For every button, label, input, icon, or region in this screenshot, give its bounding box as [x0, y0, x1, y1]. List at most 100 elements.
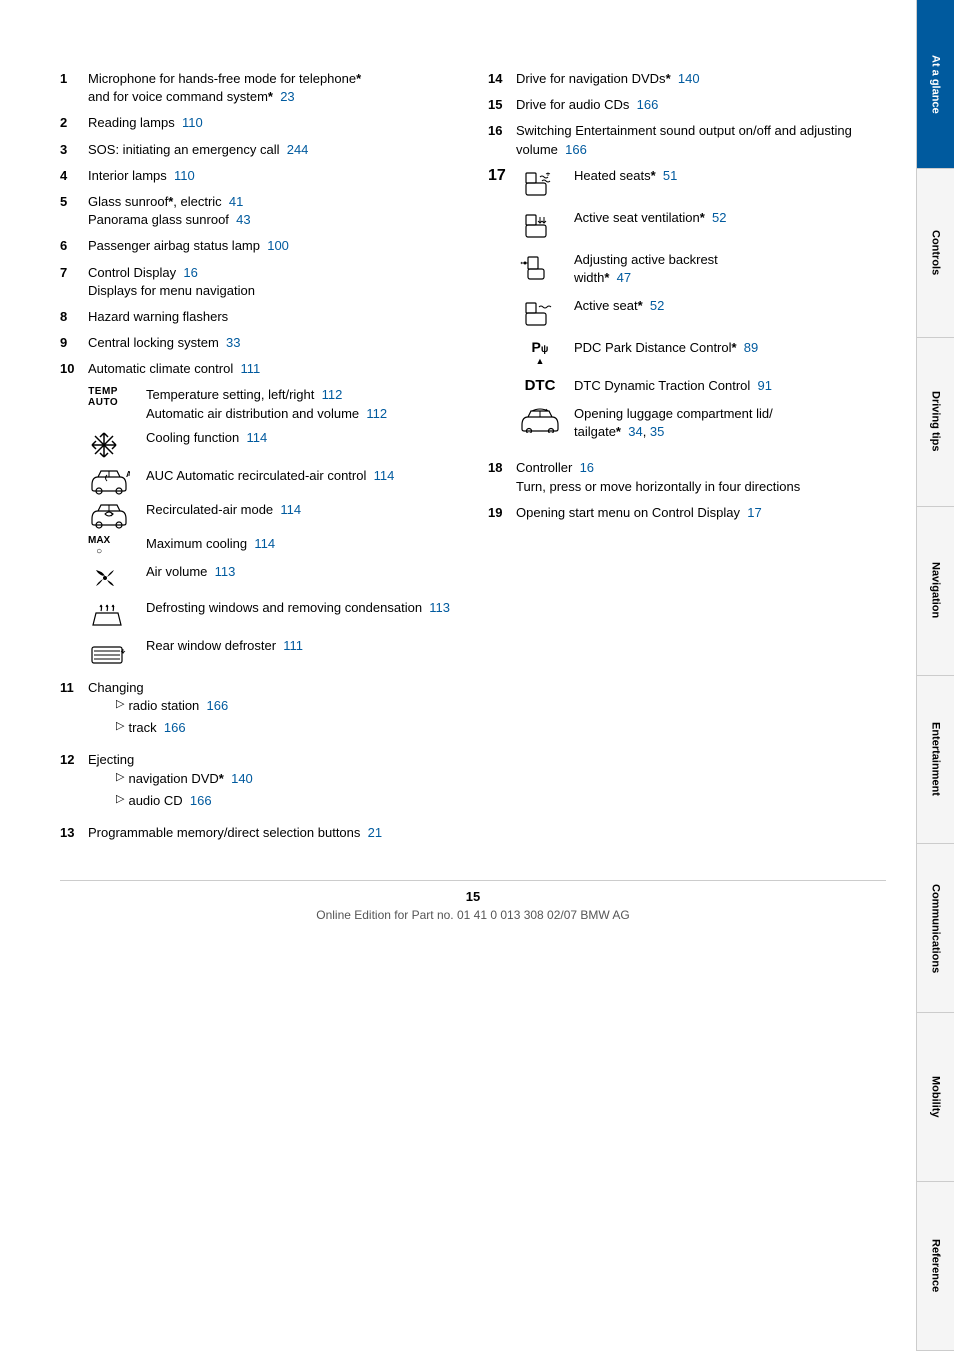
page-number: 15: [60, 889, 886, 904]
list-item-14: 14 Drive for navigation DVDs* 140: [488, 70, 886, 88]
item-number: 16: [488, 122, 516, 158]
backrest-text: Adjusting active backrestwidth* 47: [574, 251, 886, 287]
right-column: 14 Drive for navigation DVDs* 140 15 Dri…: [488, 60, 886, 850]
auc-text: AUC Automatic recirculated-air control 1…: [146, 467, 458, 485]
triangle-icon: ▷: [116, 792, 124, 807]
sidebar-tab-mobility[interactable]: Mobility: [917, 1013, 954, 1182]
defrost-front-text: Defrosting windows and removing condensa…: [146, 599, 458, 617]
recirculate-icon: [88, 501, 138, 529]
list-item: 8 Hazard warning flashers: [60, 308, 458, 326]
item-number: 8: [60, 308, 88, 326]
item-number: 9: [60, 334, 88, 352]
active-seat-text: Active seat* 52: [574, 297, 886, 315]
defrost-rear-icon: [88, 637, 138, 669]
item-number: 19: [488, 504, 516, 522]
climate-defrost-front: Defrosting windows and removing condensa…: [88, 599, 458, 631]
item-number: 3: [60, 141, 88, 159]
auc-icon: A: [88, 467, 138, 495]
item-number: 7: [60, 264, 88, 300]
sub-item: ▷ track 166: [116, 719, 458, 737]
item-number: 10: [60, 360, 88, 378]
defrost-front-icon: [88, 599, 138, 631]
climate-fan: Air volume 113: [88, 563, 458, 593]
pdc-icon: Pψ ▲: [516, 339, 564, 367]
dtc-symbol: DTC: [525, 377, 556, 394]
item-number: 2: [60, 114, 88, 132]
climate-auc: A AUC Automatic recirculated-air control…: [88, 467, 458, 495]
sidebar-tab-driving-tips[interactable]: Driving tips: [917, 338, 954, 507]
luggage-icon: [516, 405, 564, 433]
cooling-text: Cooling function 114: [146, 429, 458, 447]
max-cooling-icon: MAX ○: [88, 535, 138, 557]
sidebar-tab-entertainment[interactable]: Entertainment: [917, 676, 954, 845]
triangle-icon: ▷: [116, 719, 124, 734]
max-o-symbol: ○: [96, 546, 102, 557]
heated-seats-text: Heated seats* 51: [574, 167, 886, 185]
climate-recirculate: Recirculated-air mode 114: [88, 501, 458, 529]
climate-cooling: Cooling function 114: [88, 429, 458, 461]
list-item-16: 16 Switching Entertainment sound output …: [488, 122, 886, 158]
item-number: 14: [488, 70, 516, 88]
list-item: 6 Passenger airbag status lamp 100: [60, 237, 458, 255]
heated-seats-icon: [516, 167, 564, 199]
fan-icon: [88, 563, 138, 593]
seat-ventilation-text: Active seat ventilation* 52: [574, 209, 886, 227]
list-item: 1 Microphone for hands-free mode for tel…: [60, 70, 458, 106]
sidebar-tab-communications[interactable]: Communications: [917, 844, 954, 1013]
footer-text: Online Edition for Part no. 01 41 0 013 …: [60, 908, 886, 922]
heated-seats-item: Heated seats* 51: [516, 167, 886, 199]
climate-temp-auto: TEMP AUTO Temperature setting, left/righ…: [88, 386, 458, 422]
sidebar-tab-navigation[interactable]: Navigation: [917, 507, 954, 676]
climate-items: TEMP AUTO Temperature setting, left/righ…: [88, 386, 458, 668]
climate-max: MAX ○ Maximum cooling 114: [88, 535, 458, 557]
temp-auto-icon: TEMP AUTO: [88, 386, 138, 408]
list-item-19: 19 Opening start menu on Control Display…: [488, 504, 886, 522]
sidebar-tab-reference[interactable]: Reference: [917, 1182, 954, 1351]
sidebar-tab-at-a-glance[interactable]: At a glance: [917, 0, 954, 169]
dtc-icon: DTC: [516, 377, 564, 394]
air-volume-text: Air volume 113: [146, 563, 458, 581]
list-item-18: 18 Controller 16 Turn, press or move hor…: [488, 459, 886, 495]
dtc-item: DTC DTC Dynamic Traction Control 91: [516, 377, 886, 395]
list-item-11: 11 Changing ▷ radio station 166 ▷ track …: [60, 679, 458, 744]
item-number-17: 17: [488, 167, 516, 452]
list-item: 2 Reading lamps 110: [60, 114, 458, 132]
pdc-symbol: Pψ ▲: [532, 339, 549, 367]
luggage-text: Opening luggage compartment lid/tailgate…: [574, 405, 886, 441]
footer: 15 Online Edition for Part no. 01 41 0 0…: [60, 880, 886, 922]
list-item: 10 Automatic climate control 111: [60, 360, 458, 378]
temp-auto-text: Temperature setting, left/right 112 Auto…: [146, 386, 458, 422]
svg-text:A: A: [126, 470, 130, 479]
backrest-item: Adjusting active backrestwidth* 47: [516, 251, 886, 287]
triangle-icon: ▷: [116, 770, 124, 785]
item-number: 13: [60, 824, 88, 842]
list-item-15: 15 Drive for audio CDs 166: [488, 96, 886, 114]
list-item: 7 Control Display 16 Displays for menu n…: [60, 264, 458, 300]
left-column: 1 Microphone for hands-free mode for tel…: [60, 60, 458, 850]
list-item: 4 Interior lamps 110: [60, 167, 458, 185]
dtc-text: DTC Dynamic Traction Control 91: [574, 377, 886, 395]
max-text: Maximum cooling 114: [146, 535, 458, 553]
auto-label: AUTO: [88, 397, 118, 408]
defrost-rear-text: Rear window defroster 111: [146, 637, 458, 655]
luggage-item: Opening luggage compartment lid/tailgate…: [516, 405, 886, 441]
snowflake-icon: [88, 429, 138, 461]
backrest-icon: [516, 251, 564, 283]
active-seat-item: Active seat* 52: [516, 297, 886, 329]
sub-item: ▷ audio CD 166: [116, 792, 458, 810]
sidebar: At a glance Controls Driving tips Naviga…: [916, 0, 954, 1351]
list-item-17: 17: [488, 167, 886, 452]
sub-item: ▷ radio station 166: [116, 697, 458, 715]
item-number: 6: [60, 237, 88, 255]
pdc-item: Pψ ▲ PDC Park Distance Control* 89: [516, 339, 886, 367]
max-label: MAX: [88, 535, 110, 546]
climate-defrost-rear: Rear window defroster 111: [88, 637, 458, 669]
list-item-13: 13 Programmable memory/direct selection …: [60, 824, 458, 842]
item-number: 4: [60, 167, 88, 185]
sidebar-tab-controls[interactable]: Controls: [917, 169, 954, 338]
list-item-12: 12 Ejecting ▷ navigation DVD* 140 ▷ audi…: [60, 751, 458, 816]
item-number: 12: [60, 751, 88, 816]
main-content: 1 Microphone for hands-free mode for tel…: [0, 0, 916, 1351]
item-number: 15: [488, 96, 516, 114]
item-number: 5: [60, 193, 88, 229]
